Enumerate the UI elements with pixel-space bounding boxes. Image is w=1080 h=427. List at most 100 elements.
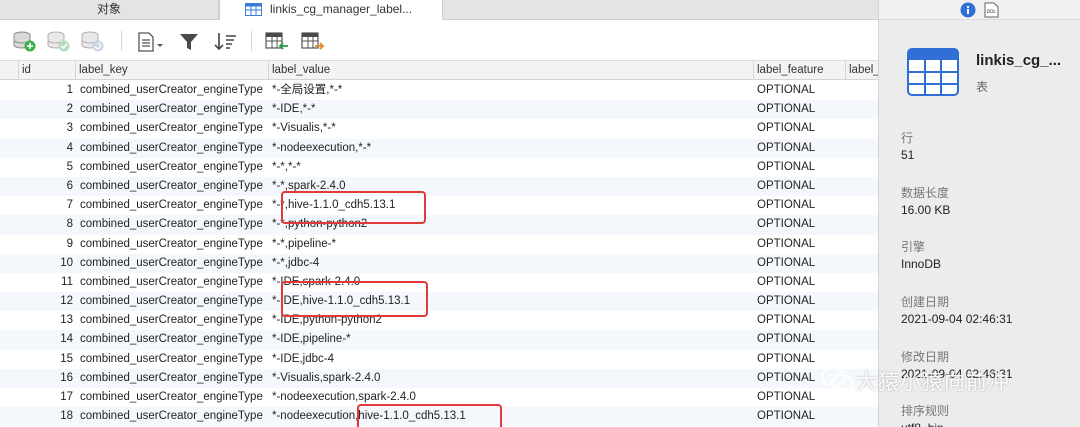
table-row[interactable]: 11 combined_userCreator_engineType *-IDE,s… [0,272,878,293]
table-row[interactable]: 2 combined_userCreator_engineType *-IDE,*-… [0,100,878,120]
sort-icon[interactable] [212,30,238,54]
column-header-label-value[interactable]: label_value [268,61,753,80]
cell-label-value[interactable]: *-IDE,jdbc-4 [272,350,752,369]
cell-label-value[interactable]: *-全局设置,*-* [272,81,752,100]
cell-label-value[interactable]: *-IDE,spark-2.4.0 [272,273,752,292]
column-header-label-feature[interactable]: label_feature [753,61,845,80]
table-row[interactable]: 1 combined_userCreator_engineType *-全局设置,*… [0,81,878,101]
table-row[interactable]: 7 combined_userCreator_engineType *-*,hive… [0,196,878,216]
cell-id[interactable]: 13 [0,311,75,330]
cell-label-feature[interactable]: OPTIONAL [757,119,847,138]
text-view-icon[interactable] [136,30,166,54]
new-record-icon[interactable] [12,30,38,54]
cell-label-feature[interactable]: OPTIONAL [757,311,847,330]
table-row[interactable]: 6 combined_userCreator_engineType *-*,spar… [0,176,878,197]
cell-label-key[interactable]: combined_userCreator_engineType [80,196,268,215]
cell-id[interactable]: 3 [0,119,75,138]
cell-label-feature[interactable]: OPTIONAL [757,292,847,311]
table-row[interactable]: 8 combined_userCreator_engineType *-*,pyth… [0,215,878,235]
cell-label-feature[interactable]: OPTIONAL [757,196,847,215]
cell-label-value[interactable]: *-Visualis,spark-2.4.0 [272,369,752,388]
cell-label-feature[interactable]: OPTIONAL [757,158,847,177]
cell-label-key[interactable]: combined_userCreator_engineType [80,292,268,311]
tab-objects[interactable]: 对象 [0,0,219,20]
cell-id[interactable]: 10 [0,254,75,273]
import-icon[interactable] [264,30,290,54]
cell-label-feature[interactable]: OPTIONAL [757,215,847,234]
cell-label-key[interactable]: combined_userCreator_engineType [80,369,268,388]
cell-id[interactable]: 14 [0,330,75,349]
table-row[interactable]: 3 combined_userCreator_engineType *-Visual… [0,119,878,139]
cell-label-feature[interactable]: OPTIONAL [757,100,847,119]
info-icon[interactable] [960,2,976,21]
cell-label-key[interactable]: combined_userCreator_engineType [80,311,268,330]
cell-id[interactable]: 1 [0,81,75,100]
cell-label-feature[interactable]: OPTIONAL [757,273,847,292]
cell-label-key[interactable]: combined_userCreator_engineType [80,388,268,407]
tab-table-data[interactable]: linkis_cg_manager_label... [219,0,443,20]
cell-label-key[interactable]: combined_userCreator_engineType [80,330,268,349]
filter-icon[interactable] [178,30,200,54]
cell-label-value[interactable]: *-IDE,pipeline-* [272,330,752,349]
cell-id[interactable]: 16 [0,369,75,388]
cell-id[interactable]: 12 [0,292,75,311]
cell-label-feature[interactable]: OPTIONAL [757,235,847,254]
cell-id[interactable]: 11 [0,273,75,292]
cell-label-key[interactable]: combined_userCreator_engineType [80,407,268,426]
cell-label-feature[interactable]: OPTIONAL [757,139,847,158]
cell-label-value[interactable]: *-*,pipeline-* [272,235,752,254]
table-row[interactable]: 5 combined_userCreator_engineType *-*,*-* O… [0,157,878,177]
cell-label-feature[interactable]: OPTIONAL [757,330,847,349]
cell-label-key[interactable]: combined_userCreator_engineType [80,235,268,254]
cell-label-value[interactable]: *-IDE,python-python2 [272,311,752,330]
cell-label-key[interactable]: combined_userCreator_engineType [80,215,268,234]
column-header-label-key[interactable]: label_key [75,61,268,80]
cell-id[interactable]: 2 [0,100,75,119]
cell-label-value[interactable]: *-*,*-* [272,158,752,177]
ddl-icon[interactable]: DDL [984,2,999,21]
table-row[interactable]: 12 combined_userCreator_engineType *-IDE,h… [0,292,878,312]
cell-label-key[interactable]: combined_userCreator_engineType [80,81,268,100]
cell-label-key[interactable]: combined_userCreator_engineType [80,158,268,177]
cell-id[interactable]: 18 [0,407,75,426]
table-row[interactable]: 14 combined_userCreator_engineType *-IDE,p… [0,330,878,350]
column-header-id[interactable]: id [18,61,75,80]
cell-label-value[interactable]: *-IDE,*-* [272,100,752,119]
cell-label-value[interactable]: *-*,spark-2.4.0 [272,177,752,196]
cell-label-key[interactable]: combined_userCreator_engineType [80,273,268,292]
table-row[interactable]: 10 combined_userCreator_engineType *-*,jdb… [0,253,878,273]
table-row[interactable]: 18 combined_userCreator_engineType *-nodee… [0,407,878,427]
cell-id[interactable]: 6 [0,177,75,196]
cell-label-feature[interactable]: OPTIONAL [757,177,847,196]
cell-id[interactable]: 4 [0,139,75,158]
cell-label-key[interactable]: combined_userCreator_engineType [80,254,268,273]
table-row[interactable]: 16 combined_userCreator_engineType *-Visua… [0,368,878,388]
cell-id[interactable]: 9 [0,235,75,254]
table-row[interactable]: 9 combined_userCreator_engineType *-*,pipe… [0,234,878,254]
cell-id[interactable]: 5 [0,158,75,177]
cell-label-value[interactable]: *-nodeexecution,hive-1.1.0_cdh5.13.1 [272,407,752,426]
table-row[interactable]: 4 combined_userCreator_engineType *-nodeex… [0,138,878,158]
export-icon[interactable] [300,30,326,54]
table-row[interactable]: 17 combined_userCreator_engineType *-nodee… [0,388,878,408]
cell-label-value[interactable]: *-nodeexecution,*-* [272,139,752,158]
cell-label-feature[interactable]: OPTIONAL [757,407,847,426]
cell-label-key[interactable]: combined_userCreator_engineType [80,119,268,138]
cell-id[interactable]: 17 [0,388,75,407]
table-row[interactable]: 13 combined_userCreator_engineType *-IDE,p… [0,311,878,331]
cell-label-feature[interactable]: OPTIONAL [757,81,847,100]
refresh-icon[interactable] [80,30,106,54]
cell-label-key[interactable]: combined_userCreator_engineType [80,100,268,119]
cell-label-feature[interactable]: OPTIONAL [757,254,847,273]
cell-label-key[interactable]: combined_userCreator_engineType [80,177,268,196]
table-row[interactable]: 15 combined_userCreator_engineType *-IDE,j… [0,349,878,369]
cell-label-key[interactable]: combined_userCreator_engineType [80,350,268,369]
cell-label-value[interactable]: *-nodeexecution,spark-2.4.0 [272,388,752,407]
cell-label-value[interactable]: *-*,python-python2 [272,215,752,234]
column-header-label-partial[interactable]: label_ [845,61,878,80]
cell-label-value[interactable]: *-Visualis,*-* [272,119,752,138]
cell-label-key[interactable]: combined_userCreator_engineType [80,139,268,158]
cell-label-value[interactable]: *-IDE,hive-1.1.0_cdh5.13.1 [272,292,752,311]
cell-label-value[interactable]: *-*,jdbc-4 [272,254,752,273]
delete-record-icon[interactable] [46,30,72,54]
